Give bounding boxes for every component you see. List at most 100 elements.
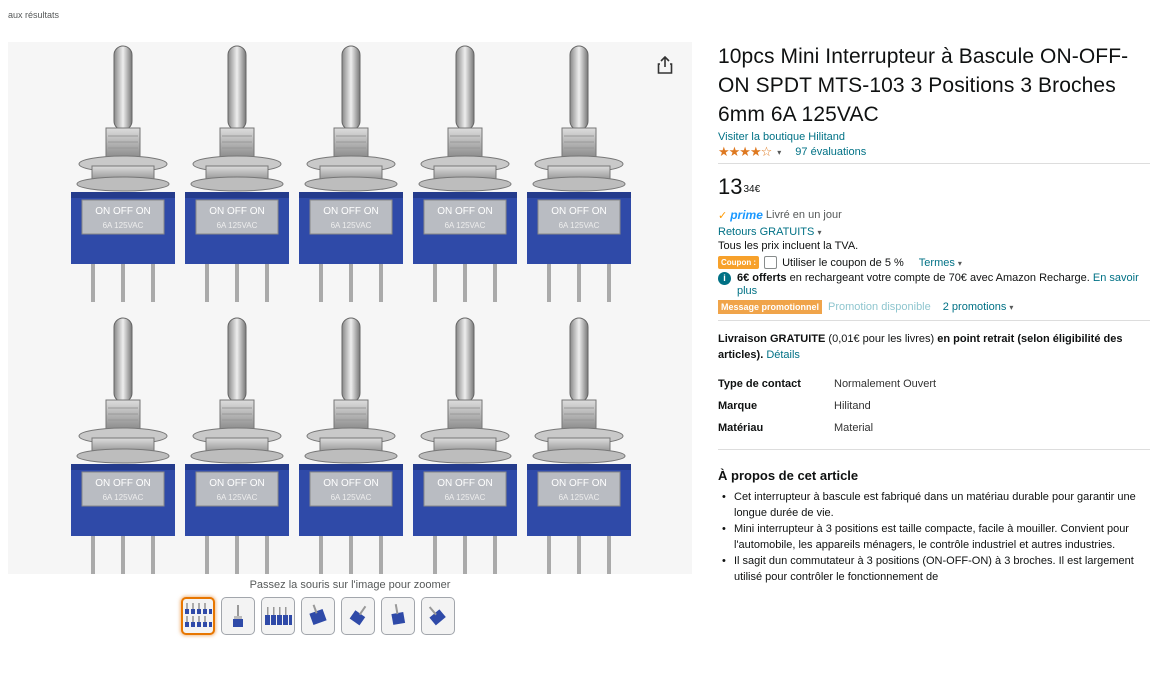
back-to-results-link[interactable]: aux résultats xyxy=(8,10,59,20)
spec-value: Normalement Ouvert xyxy=(834,378,937,390)
svg-text:ON OFF ON: ON OFF ON xyxy=(437,478,493,489)
promotions-label: 2 promotions xyxy=(942,301,1007,313)
specs-table: Type de contact Normalement Ouvert Marque… xyxy=(718,373,1150,439)
coupon-row: Coupon : Utiliser le coupon de 5 % Terme… xyxy=(718,256,1150,269)
price-whole: 13 xyxy=(718,174,743,199)
svg-text:6A 125VAC: 6A 125VAC xyxy=(103,221,144,230)
delivery-bold-1: Livraison GRATUITE xyxy=(718,333,826,345)
tva-note: Tous les prix incluent la TVA. xyxy=(718,240,859,252)
spec-value: Hilitand xyxy=(834,400,871,412)
bullet-item: Mini interrupteur à 3 positions est tail… xyxy=(718,521,1150,553)
divider xyxy=(718,449,1150,450)
product-main-image: ON OFF ON 6A 125VAC ON OFF ON 6A 125VAC ON O… xyxy=(68,42,633,574)
svg-text:6A 125VAC: 6A 125VAC xyxy=(103,493,144,502)
info-icon: i xyxy=(718,272,731,285)
delivery-info: Livraison GRATUITE (0,01€ pour les livre… xyxy=(718,331,1150,363)
coupon-badge: Coupon : xyxy=(718,256,760,269)
recharge-text: 6€ offerts en rechargeant votre compte d… xyxy=(737,272,1150,298)
chevron-down-icon: ▾ xyxy=(817,228,822,237)
product-title: 10pcs Mini Interrupteur à Bascule ON-OFF… xyxy=(718,45,1129,126)
svg-text:ON OFF ON: ON OFF ON xyxy=(551,478,607,489)
product-image-gallery[interactable]: ON OFF ON 6A 125VAC ON OFF ON 6A 125VAC ON O… xyxy=(8,42,692,574)
toggle-switch-image: ON OFF ON 6A 125VAC xyxy=(410,316,520,578)
svg-text:6A 125VAC: 6A 125VAC xyxy=(217,221,258,230)
svg-text:ON OFF ON: ON OFF ON xyxy=(437,206,493,217)
toggle-switch-image: ON OFF ON 6A 125VAC xyxy=(524,44,634,306)
thumbnail-angle-1[interactable] xyxy=(301,597,335,635)
coupon-text: Utiliser le coupon de 5 % xyxy=(782,256,904,269)
spec-key: Matériau xyxy=(718,422,764,434)
recharge-bold: 6€ offerts xyxy=(737,272,787,284)
toggle-switch-image: ON OFF ON 6A 125VAC xyxy=(296,316,406,578)
toggle-switch-image: ON OFF ON 6A 125VAC xyxy=(524,316,634,578)
svg-text:6A 125VAC: 6A 125VAC xyxy=(331,493,372,502)
spec-key: Marque xyxy=(718,400,758,412)
svg-text:6A 125VAC: 6A 125VAC xyxy=(331,221,372,230)
bullet-item: Il sagit dun commutateur à 3 positions (… xyxy=(718,553,1150,585)
spec-value: Material xyxy=(834,422,874,434)
spec-row: Marque Hilitand xyxy=(718,395,1150,417)
thumbnail-grid-view[interactable] xyxy=(181,597,215,635)
svg-text:6A 125VAC: 6A 125VAC xyxy=(559,221,600,230)
thumbnail-dimensions[interactable] xyxy=(221,597,255,635)
svg-text:6A 125VAC: 6A 125VAC xyxy=(445,221,486,230)
svg-text:ON OFF ON: ON OFF ON xyxy=(209,206,265,217)
returns-label: Retours GRATUITS xyxy=(718,226,815,238)
svg-text:ON OFF ON: ON OFF ON xyxy=(551,206,607,217)
svg-text:ON OFF ON: ON OFF ON xyxy=(323,478,379,489)
chevron-down-icon: ▾ xyxy=(957,258,962,268)
toggle-switch-image: ON OFF ON 6A 125VAC xyxy=(68,316,178,578)
promo-badge: Message promotionnel xyxy=(718,300,823,314)
check-icon: ✓ xyxy=(718,209,728,222)
free-returns-link[interactable]: Retours GRATUITS ▾ xyxy=(718,226,1150,238)
store-link[interactable]: Visiter la boutique Hilitand xyxy=(718,131,1150,143)
svg-text:ON OFF ON: ON OFF ON xyxy=(95,206,151,217)
share-icon[interactable] xyxy=(654,54,676,76)
svg-text:6A 125VAC: 6A 125VAC xyxy=(559,493,600,502)
rating-row: ★★★★☆ ▾ 97 évaluations xyxy=(718,144,1150,160)
chevron-down-icon: ▾ xyxy=(1009,303,1014,312)
thumbnail-strip xyxy=(181,597,455,635)
prime-logo: prime xyxy=(730,208,763,222)
bullet-item: Cet interrupteur à bascule est fabriqué … xyxy=(718,489,1150,521)
zoom-hint: Passez la souris sur l'image pour zoomer xyxy=(249,579,451,591)
recharge-offer: i 6€ offerts en rechargeant votre compte… xyxy=(718,272,1150,298)
prime-row: ✓ prime Livré en un jour xyxy=(718,208,1150,222)
details-link[interactable]: Détails xyxy=(766,349,800,361)
svg-text:ON OFF ON: ON OFF ON xyxy=(95,478,151,489)
about-title: À propos de cet article xyxy=(718,468,859,483)
about-bullets: Cet interrupteur à bascule est fabriqué … xyxy=(718,489,1150,585)
spec-row: Type de contact Normalement Ouvert xyxy=(718,373,1150,395)
thumbnail-pack[interactable] xyxy=(261,597,295,635)
terms-label: Termes xyxy=(918,256,955,269)
spec-row: Matériau Material xyxy=(718,417,1150,439)
divider xyxy=(718,163,1150,164)
toggle-switch-image: ON OFF ON 6A 125VAC xyxy=(68,44,178,306)
promo-available: Promotion disponible xyxy=(828,301,931,313)
divider xyxy=(718,320,1150,321)
thumbnail-angle-4[interactable] xyxy=(421,597,455,635)
chevron-down-icon[interactable]: ▾ xyxy=(777,148,781,157)
svg-text:ON OFF ON: ON OFF ON xyxy=(323,206,379,217)
coupon-checkbox[interactable] xyxy=(764,256,778,269)
thumbnail-angle-2[interactable] xyxy=(341,597,375,635)
promo-row: Message promotionnel Promotion disponibl… xyxy=(718,300,1150,314)
promotions-link[interactable]: 2 promotions ▾ xyxy=(943,301,1014,313)
toggle-switch-image: ON OFF ON 6A 125VAC xyxy=(410,44,520,306)
toggle-switch-image: ON OFF ON 6A 125VAC xyxy=(296,44,406,306)
product-info-panel: 10pcs Mini Interrupteur à Bascule ON-OFF… xyxy=(718,42,1150,585)
recharge-body: en rechargeant votre compte de 70€ avec … xyxy=(786,272,1093,284)
terms-link[interactable]: Termes ▾ xyxy=(919,257,962,269)
toggle-switch-image: ON OFF ON 6A 125VAC xyxy=(182,44,292,306)
svg-text:ON OFF ON: ON OFF ON xyxy=(209,478,265,489)
delivery-text: (0,01€ pour les livres) xyxy=(825,333,938,345)
svg-text:6A 125VAC: 6A 125VAC xyxy=(445,493,486,502)
thumbnail-angle-3[interactable] xyxy=(381,597,415,635)
reviews-link[interactable]: 97 évaluations xyxy=(795,146,866,158)
toggle-switch-image: ON OFF ON 6A 125VAC xyxy=(182,316,292,578)
price-fraction: 34€ xyxy=(743,184,761,195)
spec-key: Type de contact xyxy=(718,378,801,390)
price: 1334€ xyxy=(718,174,1150,200)
svg-text:6A 125VAC: 6A 125VAC xyxy=(217,493,258,502)
star-rating-icon[interactable]: ★★★★☆ xyxy=(718,144,772,160)
